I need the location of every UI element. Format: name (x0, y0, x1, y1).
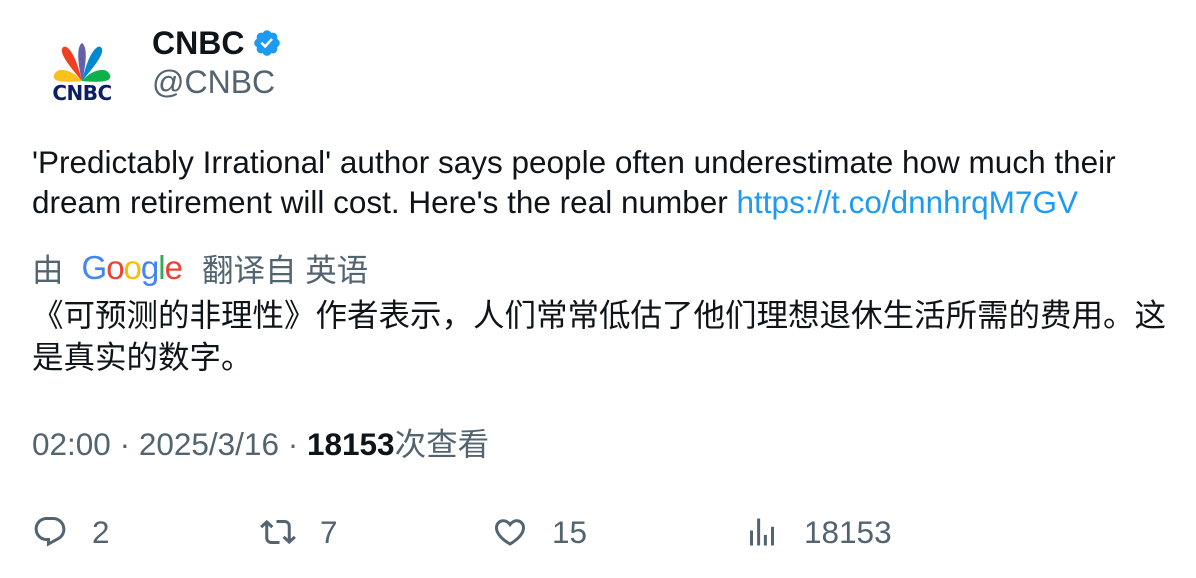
like-count: 15 (552, 513, 588, 550)
tweet-link[interactable]: https://t.co/dnnhrqM7GV (737, 184, 1078, 220)
reply-icon (34, 517, 66, 547)
avatar[interactable]: CNBC (32, 22, 132, 122)
views-button[interactable]: 18153 (744, 510, 892, 554)
retweet-count: 7 (320, 513, 338, 550)
google-logo: Google (81, 249, 183, 286)
meta-separator: · (110, 426, 139, 462)
tweet-meta: 02:00 · 2025/3/16 · 18153次查看 (32, 423, 489, 465)
account-handle[interactable]: @CNBC (152, 62, 282, 102)
views-count: 18153 (306, 426, 395, 462)
meta-separator-2: · (278, 426, 307, 462)
like-button[interactable]: 15 (492, 510, 587, 554)
display-name[interactable]: CNBC (152, 22, 244, 64)
tweet-date[interactable]: 2025/3/16 (139, 426, 279, 462)
translated-by-label: 由 (32, 252, 64, 288)
avatar-logo-text: CNBC (52, 81, 112, 105)
verified-badge-icon[interactable] (252, 28, 282, 58)
heart-icon (494, 519, 526, 546)
tweet-time[interactable]: 02:00 (32, 426, 111, 462)
reply-count: 2 (92, 513, 110, 550)
retweet-icon (260, 519, 296, 545)
retweet-button[interactable]: 7 (260, 510, 338, 554)
translation-attribution: 由 Google 翻译自 英语 (32, 246, 368, 290)
views-action-count: 18153 (804, 513, 892, 550)
translated-text: 《可预测的非理性》作者表示，人们常常低估了他们理想退休生活所需的费用。这是真实的… (32, 297, 1167, 375)
peacock-logo-icon (53, 43, 111, 82)
analytics-icon (750, 518, 774, 546)
tweet-header: CNBC CNBC @CNBC (32, 22, 632, 122)
display-name-row: CNBC (152, 22, 282, 64)
translated-from-label[interactable]: 翻译自 英语 (202, 245, 368, 291)
account-names: CNBC @CNBC (152, 22, 282, 102)
action-bar: 2 7 15 18153 (32, 510, 1172, 554)
reply-button[interactable]: 2 (32, 510, 110, 554)
views-label: 次查看 (394, 426, 490, 462)
tweet-text: 'Predictably Irrational' author says peo… (32, 142, 1172, 222)
